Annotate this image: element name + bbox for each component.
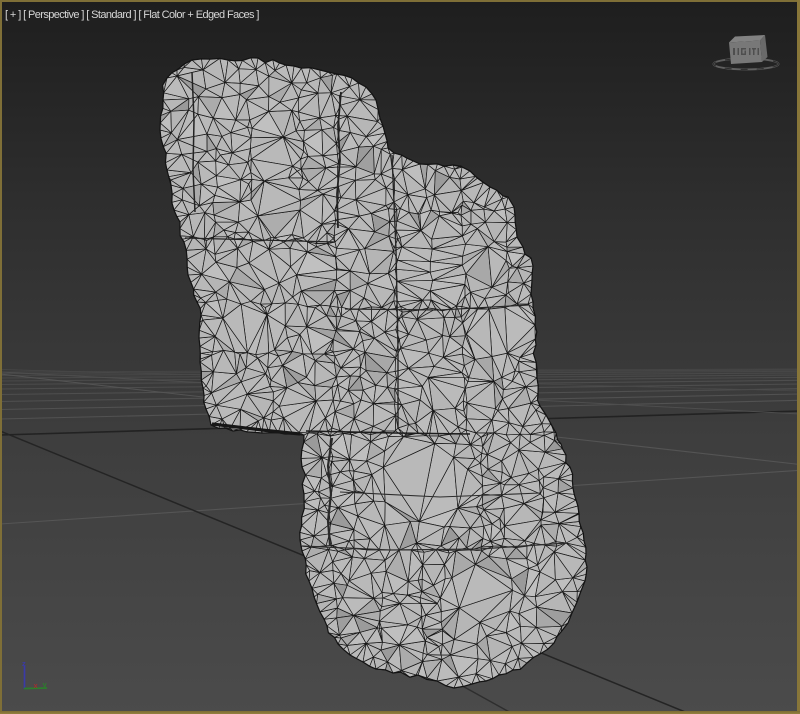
svg-text:[ + ] [ Perspective ] [ Standa: [ + ] [ Perspective ] [ Standard ] [ Fla… [5, 9, 259, 21]
svg-text:z: z [22, 659, 26, 668]
